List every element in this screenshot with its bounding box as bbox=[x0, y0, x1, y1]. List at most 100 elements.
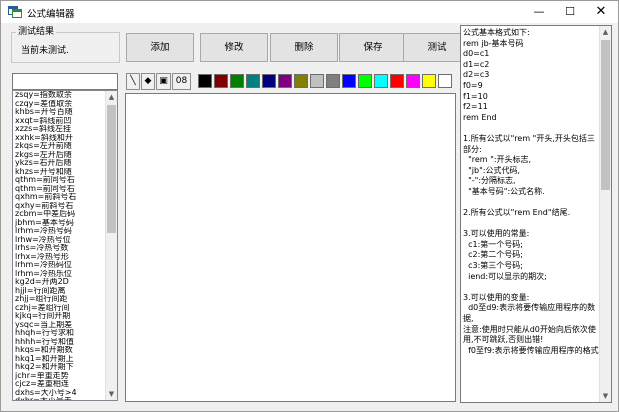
help-panel[interactable]: 公式基本格式如下: rem jb-基本号码 d0=c1 d1=c2 d2=c3 f0=9 f… bbox=[460, 25, 612, 403]
help-line: 注意:使用时只能从d0开始向后依次使用,不可跳跃,否则出错! bbox=[463, 324, 596, 345]
formula-list-item[interactable]: cjcz=差重相连 bbox=[15, 380, 105, 389]
help-scroll-up-icon[interactable]: ▲ bbox=[600, 26, 611, 38]
formula-list-item[interactable]: lrhm=冷热号码 bbox=[15, 227, 105, 236]
formula-list-item[interactable]: hjjl=行间距离 bbox=[15, 287, 105, 296]
add-button[interactable]: 添加 bbox=[126, 33, 194, 62]
minimize-button[interactable]: — bbox=[523, 1, 555, 23]
color-swatch[interactable] bbox=[310, 74, 324, 88]
formula-list-item[interactable]: zsqy=指数取余 bbox=[15, 91, 105, 100]
formula-list-item[interactable]: khzs=开号和随 bbox=[15, 168, 105, 177]
formula-list-item[interactable]: hkqs=和开期数 bbox=[15, 346, 105, 355]
scrollbar-thumb[interactable] bbox=[107, 105, 116, 233]
formula-list-item[interactable]: ysqc=当上期差 bbox=[15, 321, 105, 330]
edit-button[interactable]: 修改 bbox=[200, 33, 268, 62]
save-button[interactable]: 保存 bbox=[339, 33, 407, 62]
color-swatch[interactable] bbox=[326, 74, 340, 88]
color-swatch[interactable] bbox=[374, 74, 388, 88]
help-line: 2.所有公式以"rem End"结尾. bbox=[463, 208, 571, 218]
formula-list-item[interactable]: hkq2=和开期下 bbox=[15, 363, 105, 372]
formula-list-item[interactable]: hkq1=和开期上 bbox=[15, 355, 105, 364]
color-swatch[interactable] bbox=[198, 74, 212, 88]
number-tool-icon[interactable]: 08 bbox=[172, 73, 191, 90]
help-line: f1=10 bbox=[463, 91, 488, 101]
formula-list-item[interactable]: czqy=差值取余 bbox=[15, 100, 105, 109]
maximize-button[interactable]: ☐ bbox=[554, 1, 586, 23]
formula-list-item[interactable]: qxhm=前斜号右 bbox=[15, 193, 105, 202]
formula-list-item[interactable]: hhqh=行号求和 bbox=[15, 329, 105, 338]
help-line: d0至d9:表示将要传输应用程序的数据, bbox=[463, 303, 596, 324]
title-bar[interactable]: 公式编辑器 — ☐ ✕ bbox=[1, 1, 618, 23]
help-line: "基本号码":公式名称. bbox=[463, 186, 545, 196]
color-swatch[interactable] bbox=[262, 74, 276, 88]
diamond-tool-icon[interactable]: ◆ bbox=[141, 73, 155, 90]
help-line bbox=[463, 219, 599, 230]
help-line: "-":分隔标志, bbox=[463, 176, 516, 186]
formula-list-item[interactable]: xzzs=斜线左挂 bbox=[15, 125, 105, 134]
help-scrollbar[interactable]: ▲ ▼ bbox=[599, 26, 611, 402]
formula-list-item[interactable]: jchr=单重走势 bbox=[15, 372, 105, 381]
formula-filter-input[interactable] bbox=[12, 73, 118, 90]
formula-list-item[interactable]: zkqs=左开前随 bbox=[15, 142, 105, 151]
color-swatch[interactable] bbox=[214, 74, 228, 88]
window-title: 公式编辑器 bbox=[27, 9, 75, 20]
formula-list-item[interactable]: zcbm=中差后码 bbox=[15, 210, 105, 219]
formula-list-item[interactable]: qthm=前同号右 bbox=[15, 176, 105, 185]
formula-editor-window: 公式编辑器 — ☐ ✕ 测试结果 当前未测试. 添加 修改 删除 保存 测试 z… bbox=[0, 0, 619, 412]
help-text: 公式基本格式如下: rem jb-基本号码 d0=c1 d1=c2 d2=c3 f0=9 f… bbox=[463, 28, 599, 356]
color-swatch[interactable] bbox=[358, 74, 372, 88]
formula-list-item[interactable]: czhj=差组行间 bbox=[15, 304, 105, 313]
scroll-up-arrow-icon[interactable]: ▲ bbox=[106, 91, 117, 103]
help-line: f0=9 bbox=[463, 80, 483, 90]
formula-list-item[interactable]: kg2d=开两2D bbox=[15, 278, 105, 287]
color-swatch[interactable] bbox=[342, 74, 356, 88]
help-line: d0=c1 bbox=[463, 49, 490, 59]
formula-list-item[interactable]: dxhr=大小号走 bbox=[15, 397, 105, 400]
formula-list-item[interactable]: lrhx=冷热号形 bbox=[15, 253, 105, 262]
formula-list-item[interactable]: lrhm=冷热乐位 bbox=[15, 270, 105, 279]
delete-button[interactable]: 删除 bbox=[270, 33, 338, 62]
formula-list-scrollbar[interactable]: ▲ ▼ bbox=[105, 91, 117, 400]
formula-list-item[interactable]: qthm=前同号右 bbox=[15, 185, 105, 194]
formula-list-item[interactable]: xxhk=斜线和开 bbox=[15, 134, 105, 143]
help-line bbox=[463, 123, 599, 134]
color-swatch[interactable] bbox=[406, 74, 420, 88]
help-line: 公式基本格式如下: bbox=[463, 28, 530, 37]
help-scrollbar-thumb[interactable] bbox=[601, 40, 610, 190]
formula-list-item[interactable]: zhjj=组行间距 bbox=[15, 295, 105, 304]
formula-list-item[interactable]: lrhs=冷热号数 bbox=[15, 244, 105, 253]
scroll-down-arrow-icon[interactable]: ▼ bbox=[106, 388, 117, 400]
help-scroll-down-icon[interactable]: ▼ bbox=[600, 390, 611, 402]
color-swatch[interactable] bbox=[422, 74, 436, 88]
help-line: rem End bbox=[463, 112, 497, 122]
formula-list-item[interactable]: khbs=开号百随 bbox=[15, 108, 105, 117]
pen-tool-icon[interactable]: ╲ bbox=[126, 73, 140, 90]
app-icon bbox=[8, 6, 22, 18]
formula-list-item[interactable]: lrhw=冷热号位 bbox=[15, 236, 105, 245]
color-swatch[interactable] bbox=[294, 74, 308, 88]
formula-list-item[interactable]: xxqt=斜线前凹 bbox=[15, 117, 105, 126]
color-swatch[interactable] bbox=[278, 74, 292, 88]
formula-list[interactable]: zsqy=指数取余 czqy=差值取余 khbs=开号百随 xxqt=斜线前凹 xzzs… bbox=[12, 90, 118, 401]
help-line: "rem ":开头标志, bbox=[463, 155, 532, 165]
formula-list-item[interactable]: zkgs=左开后随 bbox=[15, 151, 105, 160]
test-result-group: 测试结果 当前未测试. bbox=[11, 27, 120, 63]
color-swatch[interactable] bbox=[230, 74, 244, 88]
color-swatch[interactable] bbox=[246, 74, 260, 88]
formula-list-item[interactable]: hhhh=行号和值 bbox=[15, 338, 105, 347]
color-swatch[interactable] bbox=[390, 74, 404, 88]
formula-canvas[interactable] bbox=[125, 93, 456, 402]
formula-list-item[interactable]: kjkq=行间开期 bbox=[15, 312, 105, 321]
help-line: d1=c2 bbox=[463, 59, 490, 69]
help-line: rem jb-基本号码 bbox=[463, 38, 524, 48]
color-swatch[interactable] bbox=[438, 74, 452, 88]
formula-list-item[interactable]: lrhm=冷热码位 bbox=[15, 261, 105, 270]
test-status-text: 当前未测试. bbox=[21, 46, 69, 56]
help-line: c1:第一个号码; bbox=[463, 239, 523, 249]
formula-list-item[interactable]: dxhs=大小号>4 bbox=[15, 389, 105, 398]
formula-list-item[interactable]: qxhy=前斜号右 bbox=[15, 202, 105, 211]
close-button[interactable]: ✕ bbox=[585, 1, 617, 23]
clipboard-tool-icon[interactable]: ▣ bbox=[156, 73, 171, 90]
formula-list-item[interactable]: jbhm=基本号码 bbox=[15, 219, 105, 228]
formula-list-item[interactable]: ykzs=右开后随 bbox=[15, 159, 105, 168]
help-line: 1.所有公式以"rem "开头,开头包括三部分: bbox=[463, 133, 595, 154]
